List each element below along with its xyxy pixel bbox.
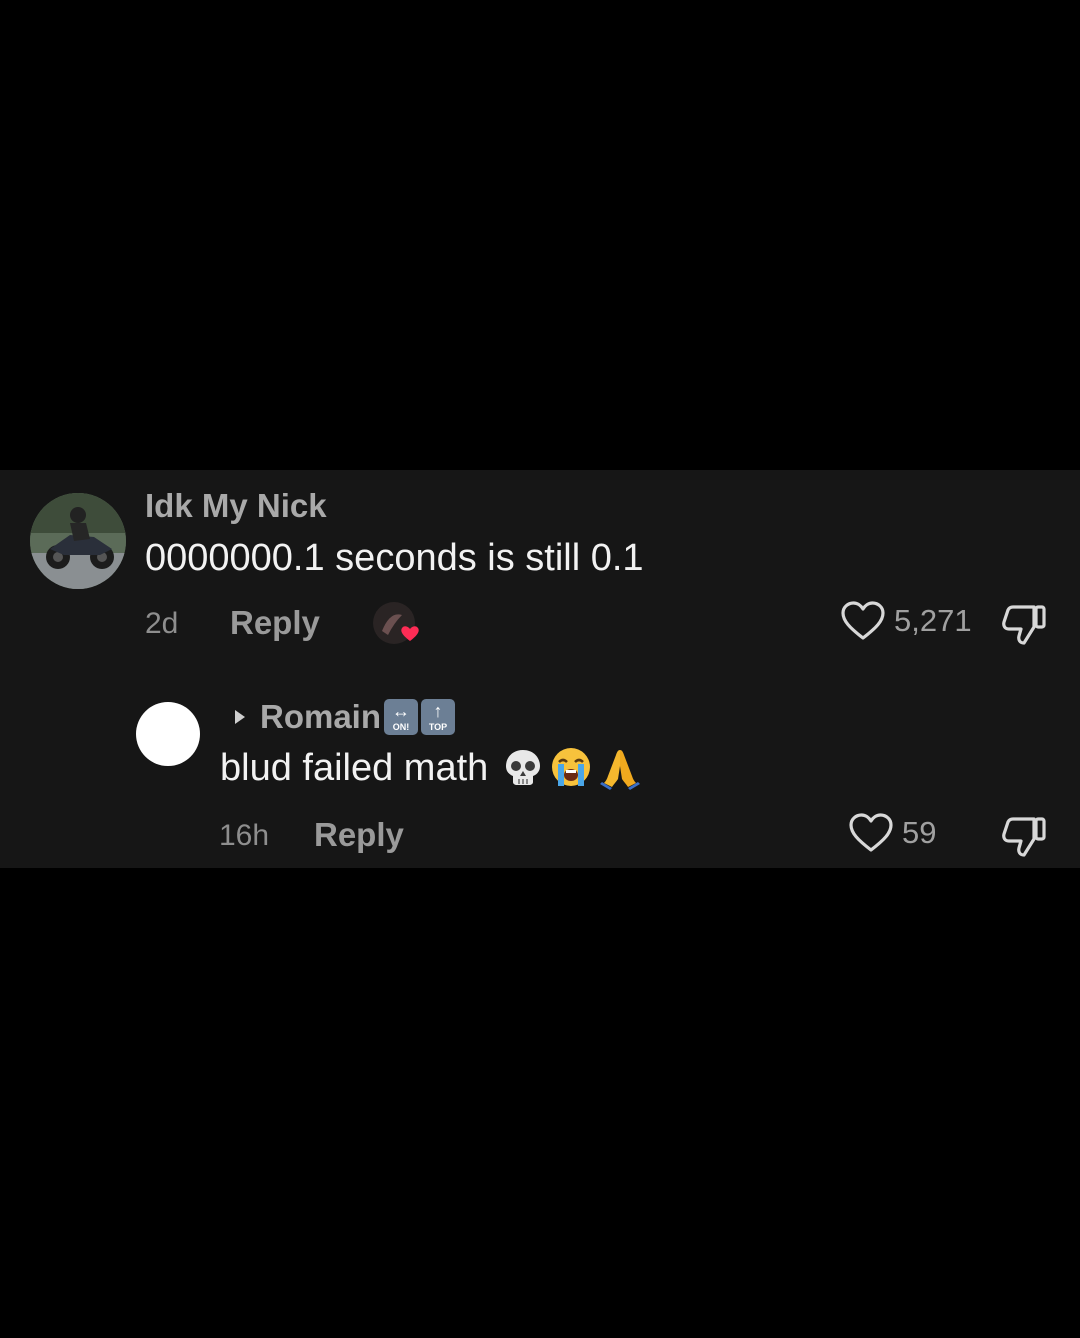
reply-button[interactable]: Reply [230, 604, 320, 642]
reply-comment: blud failed math [220, 745, 646, 791]
comment-timestamp: 2d [145, 607, 179, 640]
reply-text: blud failed math [220, 747, 489, 789]
folded-hands-icon [600, 750, 641, 790]
reply-username[interactable]: Romain [260, 697, 381, 737]
emoji-row [502, 746, 646, 790]
reply-like-button[interactable]: 59 [848, 812, 936, 854]
heart-outline-icon [841, 601, 885, 640]
reply-like-count: 59 [902, 815, 937, 850]
comments-panel [0, 470, 1080, 868]
like-count: 5,271 [894, 603, 972, 638]
loudly-crying-face-icon [552, 748, 591, 786]
comment-text: 0000000.1 seconds is still 0.1 [145, 537, 644, 579]
skull-icon [506, 750, 541, 785]
dislike-button[interactable] [1000, 601, 1048, 652]
thumbs-down-icon [1002, 605, 1046, 645]
commenter-avatar[interactable] [30, 493, 126, 589]
reply-to-reply-button[interactable]: Reply [314, 816, 404, 854]
top-arrow-key-icon: ↑ TOP [421, 699, 456, 735]
heart-outline-icon [849, 813, 893, 852]
reply-arrow-icon [235, 710, 245, 724]
creator-liked-badge [372, 601, 424, 645]
like-button[interactable]: 5,271 [840, 600, 972, 642]
thumbs-down-icon [1002, 817, 1046, 857]
reply-dislike-button[interactable] [1000, 813, 1048, 864]
on-arrow-key-icon: ↔ ON! [384, 699, 419, 735]
reply-header: Romain ↔ ON! ↑ TOP [232, 697, 456, 737]
reply-timestamp: 16h [219, 819, 270, 852]
motorcycle-photo-icon [30, 493, 126, 589]
reply-avatar[interactable] [136, 702, 200, 766]
comment-username[interactable]: Idk My Nick [145, 486, 327, 526]
